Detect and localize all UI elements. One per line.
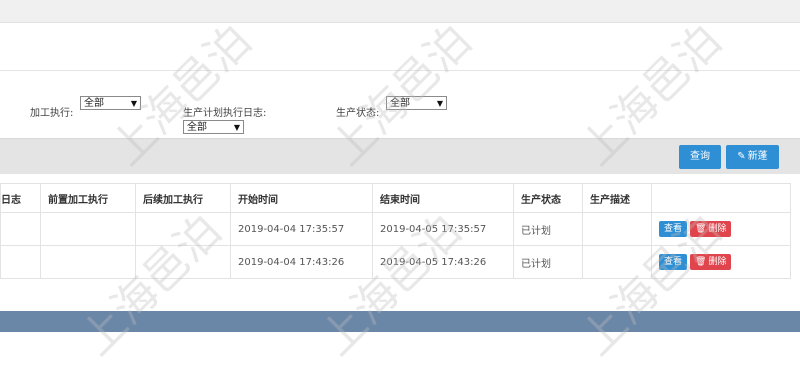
plan-log-select[interactable]: 全部 ▼ bbox=[183, 120, 244, 134]
delete-label: 删除 bbox=[708, 257, 727, 267]
top-bar bbox=[0, 0, 800, 23]
data-table: 日志 前置加工执行 后续加工执行 开始时间 结束时间 生产状态 生产描述 201… bbox=[0, 183, 791, 279]
process-exec-label: 加工执行: bbox=[30, 108, 74, 119]
col-header-status: 生产状态 bbox=[513, 183, 583, 213]
col-header-log: 日志 bbox=[0, 183, 41, 213]
cell-end-time: 2019-04-05 17:35:57 bbox=[372, 212, 514, 246]
cell-next-exec bbox=[135, 245, 231, 279]
plan-log-value: 全部 bbox=[187, 122, 207, 133]
col-header-actions bbox=[651, 183, 791, 213]
status-select[interactable]: 全部 ▼ bbox=[386, 96, 447, 110]
cell-desc bbox=[582, 245, 652, 279]
new-button-label: 新蓬 bbox=[747, 151, 768, 162]
cell-prev-exec bbox=[40, 245, 136, 279]
col-header-start-time: 开始时间 bbox=[230, 183, 373, 213]
table-header-row: 日志 前置加工执行 后续加工执行 开始时间 结束时间 生产状态 生产描述 bbox=[0, 183, 791, 213]
cell-actions: 查看 🗑 删除 bbox=[651, 212, 791, 246]
panel-divider bbox=[0, 70, 800, 71]
cell-end-time: 2019-04-05 17:43:26 bbox=[372, 245, 514, 279]
trash-icon: 🗑 bbox=[695, 224, 707, 234]
chevron-down-icon: ▼ bbox=[130, 99, 137, 108]
cell-log bbox=[0, 245, 41, 279]
cell-prev-exec bbox=[40, 212, 136, 246]
cell-log bbox=[0, 212, 41, 246]
cell-desc bbox=[582, 212, 652, 246]
col-header-desc: 生产描述 bbox=[582, 183, 652, 213]
cell-status: 已计划 bbox=[513, 245, 583, 279]
toolbar: 查询 ✎ 新蓬 bbox=[0, 138, 800, 174]
trash-icon: 🗑 bbox=[695, 257, 707, 267]
col-header-prev-exec: 前置加工执行 bbox=[40, 183, 136, 213]
cell-next-exec bbox=[135, 212, 231, 246]
status-value: 全部 bbox=[390, 98, 410, 109]
process-exec-select[interactable]: 全部 ▼ bbox=[80, 96, 141, 110]
pencil-icon: ✎ bbox=[737, 151, 746, 162]
process-exec-value: 全部 bbox=[84, 98, 104, 109]
footer-bar bbox=[0, 311, 800, 332]
table-row: 2019-04-04 17:35:57 2019-04-05 17:35:57 … bbox=[0, 212, 791, 246]
delete-button[interactable]: 🗑 删除 bbox=[690, 221, 732, 237]
query-button[interactable]: 查询 bbox=[679, 145, 721, 169]
cell-status: 已计划 bbox=[513, 212, 583, 246]
cell-start-time: 2019-04-04 17:35:57 bbox=[230, 212, 373, 246]
chevron-down-icon: ▼ bbox=[436, 99, 443, 108]
new-button[interactable]: ✎ 新蓬 bbox=[726, 145, 779, 169]
col-header-end-time: 结束时间 bbox=[372, 183, 514, 213]
chevron-down-icon: ▼ bbox=[233, 123, 240, 132]
cell-actions: 查看 🗑 删除 bbox=[651, 245, 791, 279]
cell-start-time: 2019-04-04 17:43:26 bbox=[230, 245, 373, 279]
delete-button[interactable]: 🗑 删除 bbox=[690, 254, 732, 270]
bottom-strip bbox=[0, 332, 800, 345]
view-button[interactable]: 查看 bbox=[659, 254, 688, 270]
table-row: 2019-04-04 17:43:26 2019-04-05 17:43:26 … bbox=[0, 245, 791, 279]
view-button[interactable]: 查看 bbox=[659, 221, 688, 237]
delete-label: 删除 bbox=[708, 224, 727, 234]
status-label: 生产状态: bbox=[336, 108, 380, 119]
col-header-next-exec: 后续加工执行 bbox=[135, 183, 231, 213]
plan-log-label: 生产计划执行日志: bbox=[183, 108, 267, 119]
